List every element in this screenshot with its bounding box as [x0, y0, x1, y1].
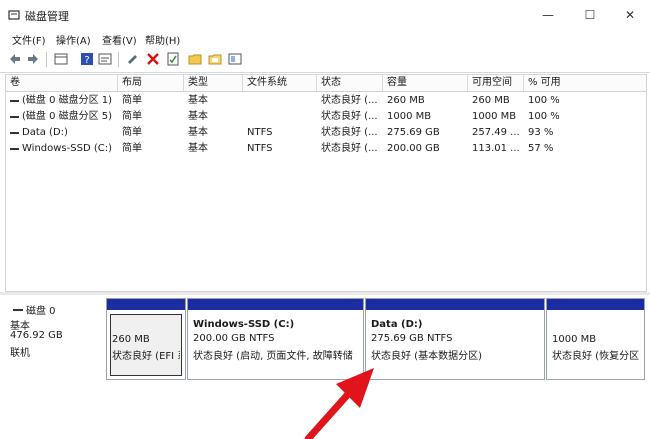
disk-management-icon	[8, 10, 20, 20]
cell-type: 基本	[188, 127, 208, 138]
cell-percent-free: 57 %	[528, 143, 554, 154]
cell-free-space: 113.01 ...	[472, 143, 520, 154]
help-icon[interactable]: ?	[80, 52, 94, 66]
cell-percent-free: 100 %	[528, 111, 560, 122]
folder-icon[interactable]	[188, 52, 202, 66]
column-header-type[interactable]: 类型	[184, 75, 243, 91]
partition-status: 状态良好 (基本数据分区)	[371, 351, 482, 362]
cell-layout: 简单	[122, 95, 142, 106]
close-button[interactable]: ✕	[620, 6, 640, 24]
connect-icon[interactable]	[126, 52, 140, 66]
cell-free-space: 257.49 ...	[472, 127, 520, 138]
cell-layout: 简单	[122, 111, 142, 122]
svg-text:?: ?	[84, 55, 89, 66]
disk-size: 476.92 GB	[10, 330, 63, 341]
cell-volume: (磁盘 0 磁盘分区 5)	[22, 111, 113, 122]
partition-title: Windows-SSD (C:)	[193, 319, 295, 330]
cell-free-space: 1000 MB	[472, 111, 517, 122]
open-folder-icon[interactable]	[208, 52, 222, 66]
cell-volume: (磁盘 0 磁盘分区 1)	[22, 95, 113, 106]
partition-size: 260 MB	[112, 334, 150, 345]
cell-type: 基本	[188, 143, 208, 154]
cell-percent-free: 93 %	[528, 127, 554, 138]
pane-splitter[interactable]	[0, 292, 650, 295]
partition-bar	[188, 299, 363, 310]
menu-help[interactable]: 帮助(H)	[145, 32, 180, 47]
console-tree-icon[interactable]	[54, 52, 68, 66]
cell-volume: Data (D:)	[22, 127, 68, 138]
red-arrow-icon	[304, 368, 374, 439]
menu-action[interactable]: 操作(A)	[56, 32, 91, 47]
volume-icon	[10, 100, 19, 102]
partition-bar	[366, 299, 544, 310]
cell-filesystem: NTFS	[247, 143, 273, 154]
partition-status: 状态良好 (恢复分区	[552, 351, 640, 362]
properties-icon[interactable]	[98, 52, 112, 66]
partition-selected-area	[110, 314, 182, 376]
cell-capacity: 275.69 GB	[387, 127, 440, 138]
column-header-status[interactable]: 状态	[317, 75, 383, 91]
partition-recovery[interactable]: 1000 MB 状态良好 (恢复分区	[546, 298, 645, 380]
column-header-volume[interactable]: 卷	[6, 75, 118, 91]
column-header-capacity[interactable]: 容量	[383, 75, 468, 91]
toolbar: ?	[0, 48, 650, 73]
cell-status: 状态良好 (...	[321, 143, 378, 154]
column-header-free-space[interactable]: 可用空间	[468, 75, 524, 91]
disk-status: 联机	[10, 348, 30, 359]
toolbar-separator	[46, 52, 47, 67]
delete-icon[interactable]	[146, 52, 160, 66]
partition-bar	[107, 299, 185, 310]
volume-icon	[10, 132, 19, 134]
menu-view[interactable]: 查看(V)	[102, 32, 137, 47]
cell-status: 状态良好 (...	[321, 127, 378, 138]
cell-capacity: 200.00 GB	[387, 143, 440, 154]
partition-size: 200.00 GB NTFS	[193, 333, 275, 344]
column-header-filesystem[interactable]: 文件系统	[243, 75, 317, 91]
maximize-button[interactable]: ☐	[580, 6, 600, 24]
column-header-percent-free[interactable]: % 可用	[524, 75, 646, 91]
cell-percent-free: 100 %	[528, 95, 560, 106]
partition-status: 状态良好 (启动, 页面文件, 故障转储	[193, 351, 353, 362]
check-disk-icon[interactable]	[166, 52, 180, 66]
partition-size: 275.69 GB NTFS	[371, 333, 453, 344]
menu-bar: 文件(F) 操作(A) 查看(V) 帮助(H)	[0, 30, 650, 48]
partition-efi[interactable]: 260 MB 状态良好 (EFI 系	[106, 298, 186, 380]
disk-name: 磁盘 0	[26, 306, 56, 317]
view-icon[interactable]	[228, 52, 242, 66]
back-icon[interactable]	[8, 52, 22, 66]
minimize-button[interactable]: —	[538, 6, 558, 24]
forward-icon[interactable]	[26, 52, 40, 66]
menu-file[interactable]: 文件(F)	[12, 32, 46, 47]
volume-list: 卷 布局 类型 文件系统 状态 容量 可用空间 % 可用 (磁盘 0 磁盘分区 …	[5, 74, 647, 292]
cell-status: 状态良好 (...	[321, 111, 378, 122]
cell-capacity: 260 MB	[387, 95, 425, 106]
column-header-layout[interactable]: 布局	[118, 75, 184, 91]
disk-icon	[13, 309, 23, 311]
toolbar-separator	[118, 52, 119, 67]
window-title: 磁盘管理	[25, 10, 69, 23]
partition-title: Data (D:)	[371, 319, 423, 330]
cell-filesystem: NTFS	[247, 127, 273, 138]
cell-layout: 简单	[122, 127, 142, 138]
partition-data[interactable]: Data (D:) 275.69 GB NTFS 状态良好 (基本数据分区)	[365, 298, 545, 380]
volume-icon	[10, 148, 19, 150]
partition-size: 1000 MB	[552, 334, 597, 345]
cell-free-space: 260 MB	[472, 95, 510, 106]
cell-capacity: 1000 MB	[387, 111, 432, 122]
cell-volume: Windows-SSD (C:)	[22, 143, 112, 154]
cell-type: 基本	[188, 95, 208, 106]
header-divider	[6, 91, 646, 92]
cell-status: 状态良好 (...	[321, 95, 378, 106]
volume-icon	[10, 116, 19, 118]
partition-status: 状态良好 (EFI 系	[112, 351, 180, 362]
cell-type: 基本	[188, 111, 208, 122]
partition-bar	[547, 299, 644, 310]
cell-layout: 简单	[122, 143, 142, 154]
title-bar: 磁盘管理 — ☐ ✕	[0, 0, 650, 30]
